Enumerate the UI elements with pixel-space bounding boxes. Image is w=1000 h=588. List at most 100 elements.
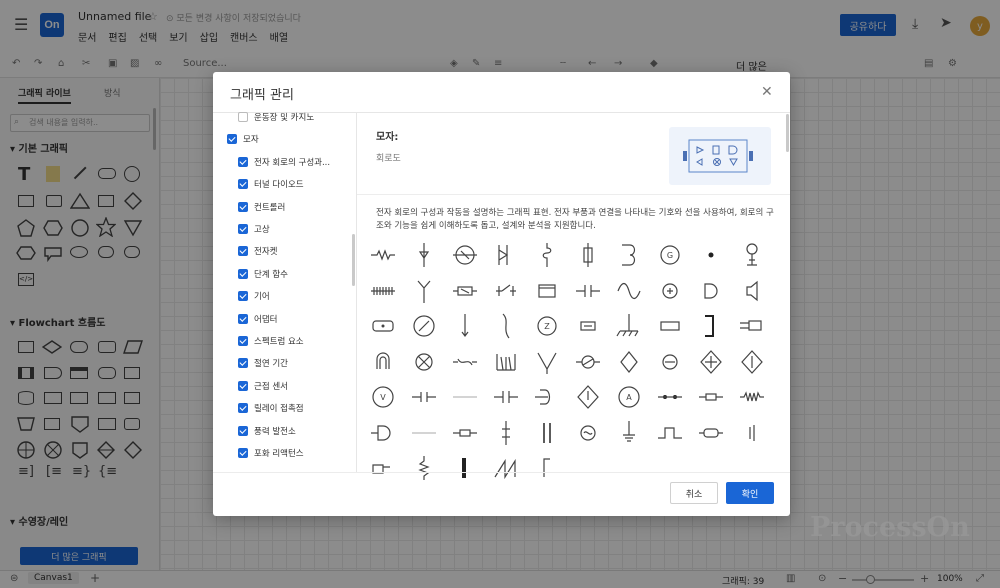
crystal-icon[interactable] [450,347,480,377]
connector-2-icon[interactable] [696,418,726,448]
library-checkbox[interactable] [238,358,248,369]
library-checkbox[interactable] [238,156,248,167]
speaker-icon[interactable] [737,276,767,306]
library-checkbox[interactable] [238,425,248,436]
resistor-box-icon[interactable] [655,311,685,341]
library-checkbox[interactable] [238,291,248,302]
library-item[interactable]: 릴레이 접촉점 [238,402,304,414]
library-checkbox[interactable] [238,201,248,212]
dots-icon[interactable] [655,382,685,412]
library-checkbox[interactable] [238,403,248,414]
heater-icon[interactable] [491,347,521,377]
library-item[interactable]: 스펙트럼 요소 [238,335,304,347]
coil-icon[interactable] [532,240,562,270]
cross-lamp-icon[interactable] [409,347,439,377]
bulb-icon[interactable] [450,240,480,270]
diamond-cross-icon[interactable] [696,347,726,377]
and-gate-2-icon[interactable] [368,418,398,448]
fuse-icon[interactable] [573,240,603,270]
spring-icon[interactable] [409,453,439,483]
library-checkbox[interactable] [238,268,248,279]
gauge-icon[interactable] [409,311,439,341]
resistor-plain-icon[interactable] [450,418,480,448]
motor-icon[interactable] [573,347,603,377]
library-item[interactable]: 기어 [238,290,270,302]
library-item[interactable]: 컨트롤러 [238,201,285,213]
terminal-icon[interactable] [737,418,767,448]
inductor-icon[interactable] [491,311,521,341]
resistor-line-icon[interactable] [696,382,726,412]
library-item[interactable]: 절연 기간 [238,357,288,369]
library-checkbox[interactable] [238,246,248,257]
ammeter-icon[interactable] [655,276,685,306]
cap-small-icon[interactable] [491,382,521,412]
connector-icon[interactable] [368,311,398,341]
library-item[interactable]: 고상 [238,223,270,235]
diamond-alert-icon[interactable] [573,382,603,412]
thin-wire-icon[interactable] [409,418,439,448]
magnet-icon[interactable] [368,347,398,377]
library-item[interactable]: 어댑터 [238,313,277,325]
library-item[interactable]: 전자켓 [238,245,277,257]
library-checkbox[interactable] [227,134,237,145]
close-icon[interactable]: ✕ [761,84,773,100]
diamond-line-icon[interactable] [737,347,767,377]
library-item[interactable]: 운동장 및 카지노 [238,112,314,123]
fuse-box-icon[interactable] [573,311,603,341]
library-item[interactable]: 단계 함수 [238,268,288,280]
library-item[interactable]: 풍력 발전소 [238,425,296,437]
earth-icon[interactable] [614,311,644,341]
variable-cap-icon[interactable] [491,418,521,448]
valve-icon[interactable] [532,347,562,377]
diamond-node-icon[interactable] [614,347,644,377]
relay-icon[interactable] [491,240,521,270]
switch-icon[interactable] [491,276,521,306]
z-meter-icon[interactable]: Z [532,311,562,341]
node-icon[interactable] [696,240,726,270]
plug-icon[interactable] [737,311,767,341]
bracket-icon[interactable] [614,240,644,270]
voltmeter-icon[interactable]: V [368,382,398,412]
socket-icon[interactable] [368,453,398,483]
transistor-icon[interactable] [532,276,562,306]
battery-icon[interactable] [368,276,398,306]
aerial-icon[interactable] [409,276,439,306]
library-item[interactable]: 터널 다이오드 [238,178,304,190]
ammeter-a-icon[interactable]: A [614,382,644,412]
double-line-icon[interactable] [532,418,562,448]
library-item[interactable]: 모자 [227,133,259,145]
ground-icon[interactable] [614,418,644,448]
library-list-scrollbar[interactable] [352,234,355,286]
library-item[interactable]: 전자 회로의 구성과... [238,156,330,168]
pulse-icon[interactable] [655,418,685,448]
wire-icon[interactable] [450,382,480,412]
zigzag-line-icon[interactable] [737,382,767,412]
confirm-button[interactable]: 확인 [726,482,774,504]
bracket-left-icon[interactable] [532,453,562,483]
diode-icon[interactable] [409,240,439,270]
thick-bar-icon[interactable] [450,453,480,483]
ac-source-icon[interactable] [614,276,644,306]
library-checkbox[interactable] [238,313,248,324]
library-checkbox[interactable] [238,448,248,458]
library-checkbox[interactable] [238,224,248,234]
cap-polar-icon[interactable] [409,382,439,412]
library-item[interactable]: 근접 센서 [238,380,288,392]
library-checkbox[interactable] [238,380,248,391]
antenna-icon[interactable] [737,240,767,270]
library-checkbox[interactable] [238,179,248,190]
oscillator-icon[interactable] [573,418,603,448]
bracket-coil-icon[interactable] [532,382,562,412]
cancel-button[interactable]: 취소 [670,482,718,504]
resistor-icon[interactable] [368,240,398,270]
sawtooth-icon[interactable] [491,453,521,483]
capacitor-icon[interactable] [573,276,603,306]
library-item[interactable]: 포화 리액턴스 [238,447,304,459]
ground-rod-icon[interactable] [450,311,480,341]
transformer-icon[interactable] [450,276,480,306]
library-checkbox[interactable] [238,112,248,122]
meter-minus-icon[interactable] [655,347,685,377]
generator-icon[interactable]: G [655,240,685,270]
right-bracket-icon[interactable] [696,311,726,341]
library-checkbox[interactable] [238,336,248,346]
